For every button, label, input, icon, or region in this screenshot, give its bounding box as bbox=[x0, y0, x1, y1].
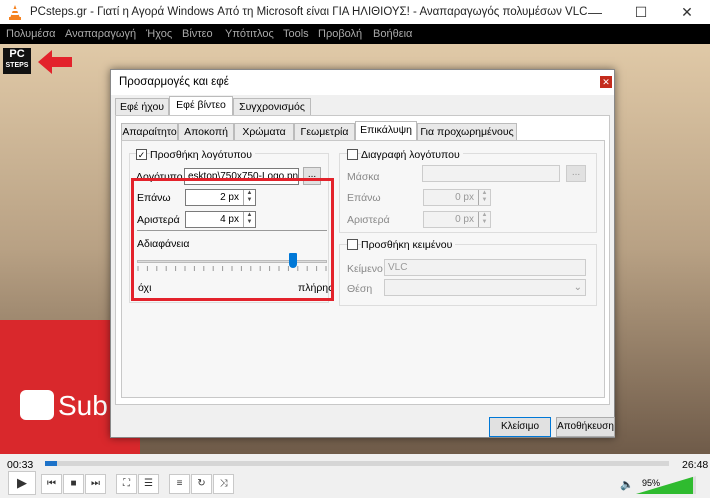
mask-top-label: Επάνω bbox=[347, 192, 381, 204]
play-button[interactable]: ▶ bbox=[8, 471, 36, 495]
tab-video-effects[interactable]: Εφέ βίντεο bbox=[169, 96, 233, 116]
mask-label: Μάσκα bbox=[347, 171, 380, 183]
extended-settings-icon[interactable]: ☰ bbox=[138, 474, 159, 494]
subtab-advanced[interactable]: Για προχωρημένους bbox=[417, 123, 517, 141]
highlight-box bbox=[131, 178, 334, 301]
subtab-colors[interactable]: Χρώματα bbox=[234, 123, 294, 141]
remove-logo-checkbox[interactable] bbox=[347, 149, 358, 160]
stop-icon[interactable]: ■ bbox=[63, 474, 84, 494]
subtab-essential[interactable]: Απαραίτητο bbox=[121, 123, 178, 141]
mask-left-spinbox[interactable]: 0 px ▲ ▼ bbox=[423, 211, 491, 228]
shuffle-icon[interactable]: ⤨ bbox=[213, 474, 234, 494]
elapsed-time: 00:33 bbox=[7, 459, 34, 471]
speaker-icon[interactable]: 🔈 bbox=[620, 478, 634, 491]
total-time: 26:48 bbox=[682, 459, 709, 471]
dialog-titlebar: Προσαρμογές και εφέ ✕ bbox=[111, 70, 614, 95]
text-label: Κείμενο bbox=[347, 263, 383, 275]
menu-audio[interactable]: Ήχος bbox=[146, 28, 172, 40]
volume-slider[interactable] bbox=[636, 476, 696, 494]
menu-video[interactable]: Βίντεο bbox=[182, 28, 213, 40]
mask-field[interactable] bbox=[422, 165, 560, 182]
close-window-button[interactable]: ✕ bbox=[664, 0, 710, 24]
mask-top-spinbox[interactable]: 0 px ▲ ▼ bbox=[423, 189, 491, 206]
window-titlebar: PCsteps.gr - Γιατί η Αγορά Windows Από τ… bbox=[0, 0, 710, 24]
mask-browse-button[interactable]: ... bbox=[566, 165, 586, 182]
menu-subtitle[interactable]: Υπότιτλος bbox=[225, 28, 274, 40]
text-field[interactable]: VLC bbox=[384, 259, 586, 276]
subtab-overlay[interactable]: Επικάλυψη bbox=[355, 121, 417, 141]
pcsteps-logo: PC STEPS bbox=[3, 48, 31, 74]
previous-icon[interactable]: ⏮ bbox=[41, 474, 62, 494]
subtab-geometry[interactable]: Γεωμετρία bbox=[294, 123, 355, 141]
save-button[interactable]: Αποθήκευση bbox=[556, 417, 615, 437]
menu-playback[interactable]: Αναπαραγωγή bbox=[65, 28, 136, 40]
add-text-label: Προσθήκη κειμένου bbox=[361, 239, 456, 251]
window-title: PCsteps.gr - Γιατί η Αγορά Windows Από τ… bbox=[30, 6, 588, 18]
left-arrow-icon bbox=[38, 50, 72, 74]
subtab-crop[interactable]: Αποκοπή bbox=[178, 123, 234, 141]
spin-arrows-icon[interactable]: ▲ ▼ bbox=[478, 212, 490, 227]
tab-audio-effects[interactable]: Εφέ ήχου bbox=[115, 98, 169, 116]
dialog-close-button[interactable]: ✕ bbox=[600, 76, 612, 88]
seek-progress bbox=[45, 461, 58, 466]
playlist-icon[interactable]: ≡ bbox=[169, 474, 190, 494]
menu-tools[interactable]: Tools bbox=[283, 28, 309, 40]
mask-left-label: Αριστερά bbox=[347, 214, 390, 226]
close-button[interactable]: Κλείσιμο bbox=[489, 417, 551, 437]
logo-line2: STEPS bbox=[5, 62, 29, 69]
position-label: Θέση bbox=[347, 283, 373, 295]
vlc-cone-icon bbox=[9, 5, 21, 20]
position-select[interactable]: ⌄ bbox=[384, 279, 586, 296]
logo-line1: PC bbox=[9, 48, 25, 60]
chevron-down-icon: ⌄ bbox=[573, 282, 582, 293]
menu-view[interactable]: Προβολή bbox=[318, 28, 362, 40]
remove-logo-label: Διαγραφή λογότυπου bbox=[361, 149, 463, 161]
seek-bar[interactable] bbox=[45, 461, 669, 466]
maximize-button[interactable]: ☐ bbox=[618, 0, 664, 24]
add-text-checkbox[interactable] bbox=[347, 239, 358, 250]
minimize-button[interactable]: — bbox=[572, 0, 618, 24]
subscribe-text: Sub bbox=[58, 390, 108, 421]
mask-left-value: 0 px bbox=[455, 214, 474, 225]
menu-media[interactable]: Πολυμέσα bbox=[6, 28, 56, 40]
add-logo-label: Προσθήκη λογότυπου bbox=[150, 149, 256, 161]
menu-help[interactable]: Βοήθεια bbox=[373, 28, 412, 40]
spin-arrows-icon[interactable]: ▲ ▼ bbox=[478, 190, 490, 205]
fullscreen-icon[interactable]: ⛶ bbox=[116, 474, 137, 494]
dialog-title: Προσαρμογές και εφέ bbox=[119, 76, 229, 88]
tab-synchronization[interactable]: Συγχρονισμός bbox=[233, 98, 311, 116]
loop-icon[interactable]: ↻ bbox=[191, 474, 212, 494]
play-logo-icon bbox=[20, 390, 54, 420]
mask-top-value: 0 px bbox=[455, 192, 474, 203]
next-icon[interactable]: ⏭ bbox=[85, 474, 106, 494]
menu-bar: Πολυμέσα Αναπαραγωγή Ήχος Βίντεο Υπότιτλ… bbox=[0, 24, 710, 44]
add-logo-checkbox[interactable]: ✓ bbox=[136, 149, 147, 160]
